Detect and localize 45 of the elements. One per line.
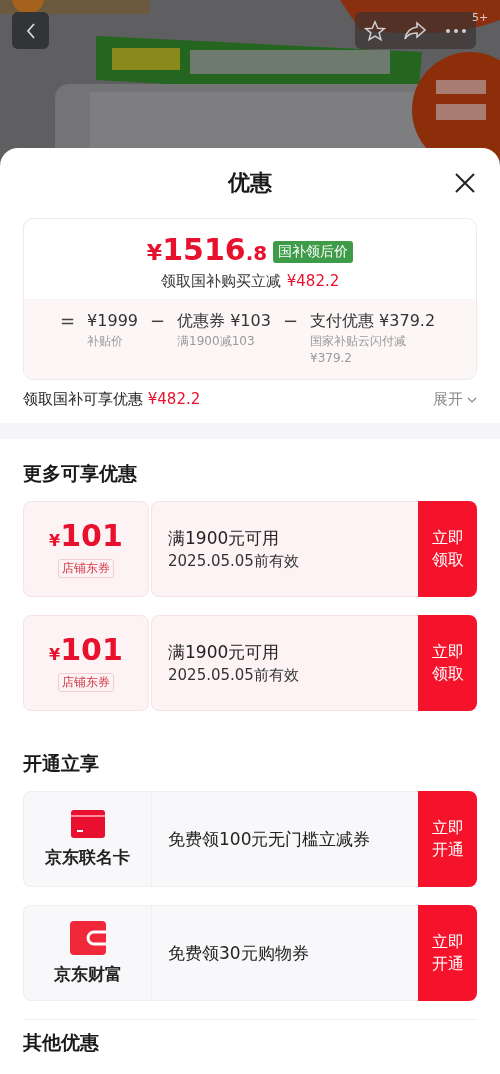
breakdown-amount: 支付优惠 ¥379.2 <box>310 310 436 332</box>
section-title: 其他优惠 <box>23 1019 477 1070</box>
service-offer: 免费领100元无门槛立减券 <box>168 827 371 851</box>
breakdown-note: 补贴价 <box>87 333 125 350</box>
close-icon[interactable] <box>454 172 476 194</box>
action-button[interactable]: 立即领取 <box>418 501 477 597</box>
section-title: 更多可享优惠 <box>23 461 138 486</box>
coupon-validity: 2025.05.05前有效 <box>168 552 300 571</box>
coupon-condition: 满1900元可用 <box>168 641 281 664</box>
more-icon[interactable] <box>445 27 468 34</box>
coupon-value: ¥101 <box>49 520 123 555</box>
back-icon <box>25 22 36 39</box>
star-icon[interactable] <box>363 19 386 42</box>
action-button[interactable]: 立即领取 <box>418 615 477 711</box>
breakdown-note: 满1900减103 <box>177 333 256 350</box>
section-title: 开通立享 <box>23 751 100 776</box>
subsidy-amount: ¥482.2 <box>286 272 340 291</box>
savings-text: 领取国补可享优惠 ¥482.2 <box>23 390 201 409</box>
subsidy-text: 领取国补购买立减 <box>160 272 281 291</box>
price-tag: 国补领后价 <box>273 240 354 263</box>
back-button[interactable] <box>12 12 49 49</box>
coupon-tag: 店铺东券 <box>58 559 114 578</box>
service-name: 京东联名卡 <box>45 845 130 869</box>
breakdown-note: 国家补贴云闪付减¥379.2 <box>310 333 407 367</box>
share-icon[interactable] <box>403 19 428 42</box>
service-offer: 免费领30元购物券 <box>168 941 309 965</box>
coupon-validity: 2025.05.05前有效 <box>168 666 300 685</box>
message-count-label: 5+ <box>472 11 489 24</box>
final-price: ¥1516.8 <box>146 233 268 269</box>
breakdown-amount: 优惠券 ¥103 <box>177 310 271 332</box>
operator: = <box>60 309 76 333</box>
expand-button[interactable]: 展开 <box>433 390 477 409</box>
wallet-icon <box>69 920 106 955</box>
operator: − <box>282 309 298 333</box>
operator: − <box>150 309 166 333</box>
action-button[interactable]: 立即开通 <box>418 791 477 887</box>
coupon-condition: 满1900元可用 <box>168 527 281 550</box>
coupon-value: ¥101 <box>49 634 123 669</box>
service-name: 京东财富 <box>53 962 122 986</box>
action-button[interactable]: 立即开通 <box>418 905 477 1001</box>
card-icon <box>70 809 105 838</box>
chevron-icon <box>467 396 477 403</box>
sheet-title: 优惠 <box>228 169 272 197</box>
coupon-tag: 店铺东券 <box>58 673 114 692</box>
breakdown-amount: ¥1999 <box>87 310 138 332</box>
